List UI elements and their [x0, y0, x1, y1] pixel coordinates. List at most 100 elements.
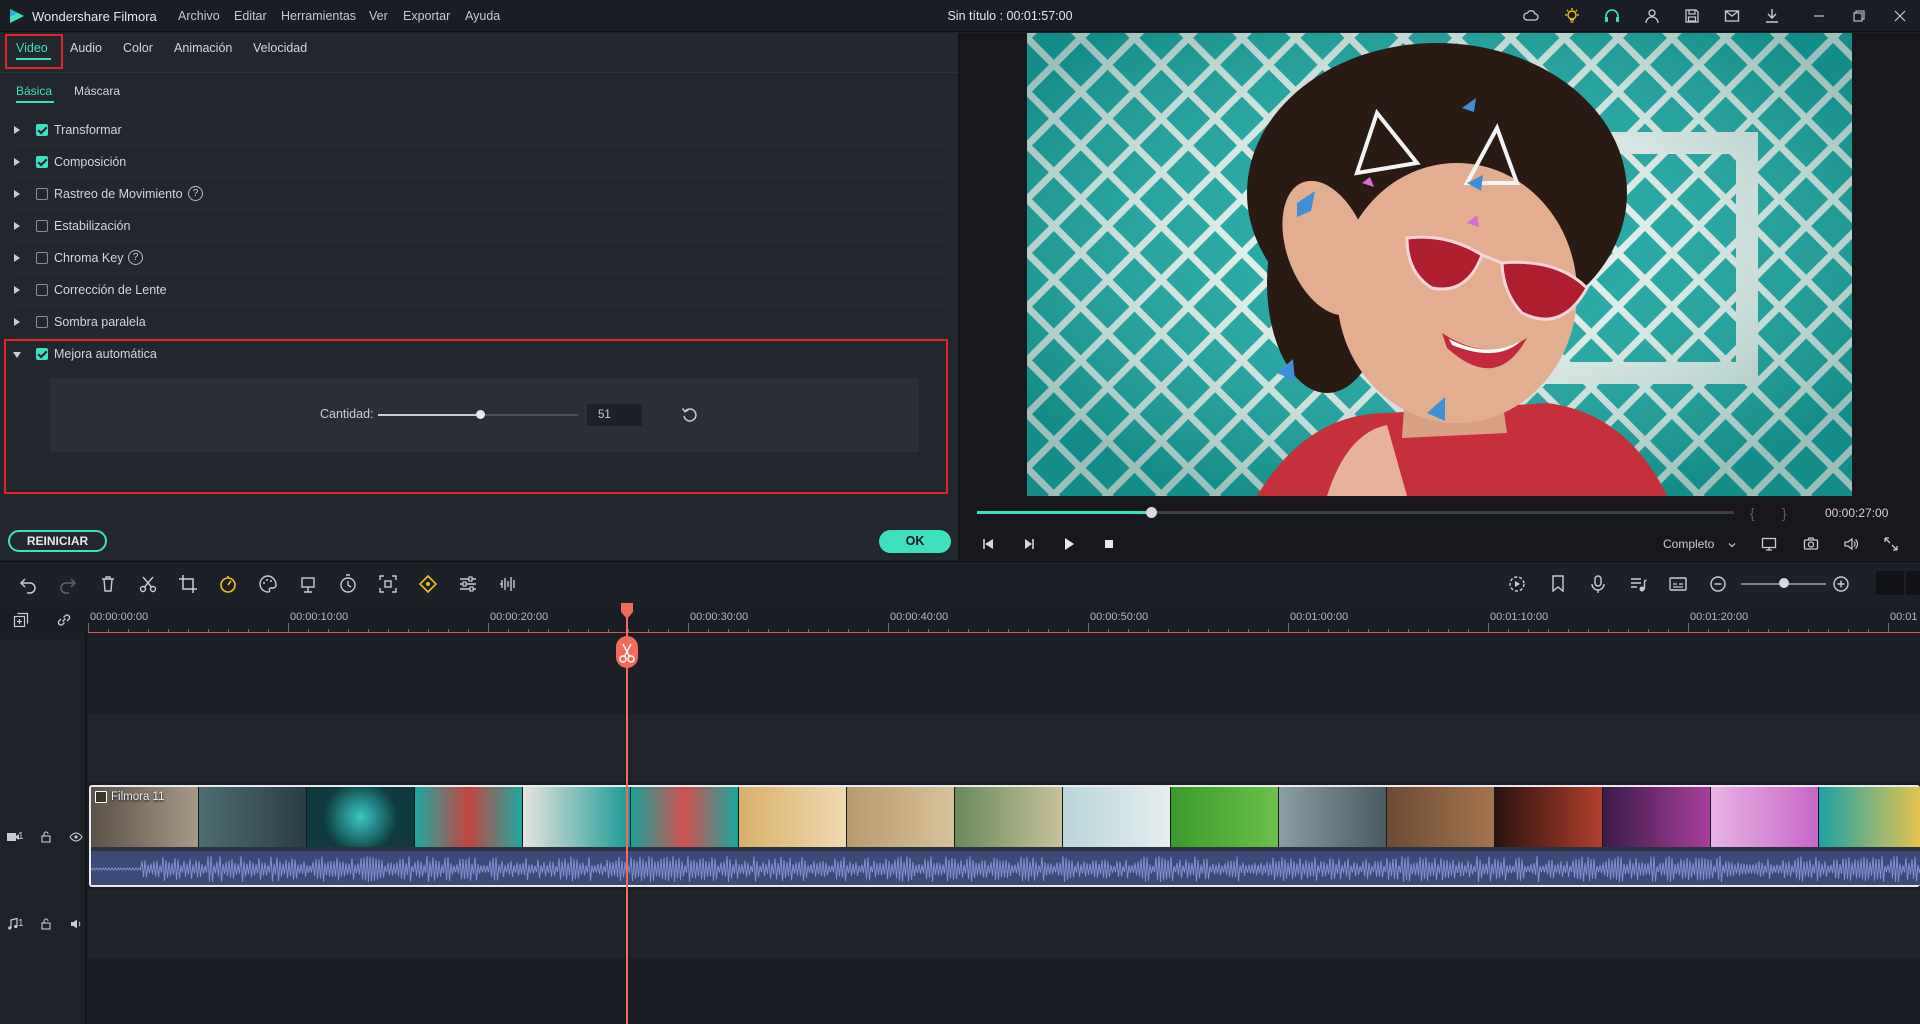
- layout-toggle-button[interactable]: [1876, 571, 1904, 595]
- ruler-label: 00:00:10:00: [290, 611, 349, 623]
- add-track-icon[interactable]: [12, 611, 30, 629]
- playhead-line[interactable]: [626, 613, 628, 1024]
- link-icon[interactable]: [55, 611, 73, 629]
- render-icon[interactable]: [1506, 573, 1528, 595]
- chevron-down-icon[interactable]: [1727, 540, 1737, 550]
- volume-icon[interactable]: [1842, 535, 1860, 553]
- eye-icon[interactable]: [69, 830, 83, 844]
- delete-icon[interactable]: [97, 573, 119, 595]
- expand-arrow-icon[interactable]: [14, 158, 20, 166]
- mark-out-icon[interactable]: }: [1782, 505, 1787, 521]
- fit-icon[interactable]: [377, 573, 399, 595]
- prev-frame-icon[interactable]: [979, 535, 997, 553]
- speed-icon[interactable]: [217, 573, 239, 595]
- play-icon[interactable]: [1060, 535, 1078, 553]
- transformar-checkbox[interactable]: [36, 124, 48, 136]
- bulb-icon[interactable]: [1563, 7, 1581, 25]
- subtab-mascara[interactable]: Máscara: [74, 84, 120, 98]
- expand-arrow-icon[interactable]: [14, 222, 20, 230]
- zoom-slider-thumb[interactable]: [1778, 578, 1789, 588]
- expand-arrow-icon[interactable]: [14, 190, 20, 198]
- playhead-handle[interactable]: [620, 603, 634, 619]
- chroma-key-checkbox[interactable]: [36, 252, 48, 264]
- subtab-basica[interactable]: Básica: [16, 84, 52, 98]
- mark-in-icon[interactable]: {: [1750, 505, 1755, 521]
- panel-divider[interactable]: [958, 33, 960, 560]
- mic-icon[interactable]: [1587, 573, 1609, 595]
- cut-icon[interactable]: [137, 573, 159, 595]
- zoom-out-icon[interactable]: [1707, 573, 1729, 595]
- subtitle-icon[interactable]: [1667, 573, 1689, 595]
- audio-split-icon[interactable]: [497, 573, 519, 595]
- amount-input[interactable]: [587, 404, 642, 426]
- layout-toggle-button-2[interactable]: [1906, 571, 1920, 595]
- correccion-lente-checkbox[interactable]: [36, 284, 48, 296]
- save-icon[interactable]: [1683, 7, 1701, 25]
- fullscreen-icon[interactable]: [1882, 535, 1900, 553]
- rastreo-checkbox[interactable]: [36, 188, 48, 200]
- row-estabilizacion[interactable]: Estabilización: [0, 210, 958, 242]
- redo-icon[interactable]: [57, 573, 79, 595]
- video-preview[interactable]: [1027, 33, 1852, 496]
- audio-track-lane[interactable]: [88, 890, 1920, 958]
- row-rastreo[interactable]: Rastreo de Movimiento ?: [0, 178, 958, 210]
- keyframe-icon[interactable]: [417, 573, 439, 595]
- split-handle[interactable]: [616, 636, 638, 668]
- close-icon[interactable]: [1891, 7, 1909, 25]
- empty-track-lane[interactable]: [88, 960, 1920, 1024]
- sombra-paralela-checkbox[interactable]: [36, 316, 48, 328]
- reiniciar-button[interactable]: REINICIAR: [8, 530, 107, 552]
- row-composicion[interactable]: Composición: [0, 146, 958, 178]
- account-icon[interactable]: [1643, 7, 1661, 25]
- scissors-icon[interactable]: [616, 636, 638, 668]
- ok-button[interactable]: OK: [879, 530, 951, 553]
- adjust-icon[interactable]: [457, 573, 479, 595]
- restore-icon[interactable]: [1850, 7, 1868, 25]
- row-transformar[interactable]: Transformar: [0, 114, 958, 146]
- empty-track-lane[interactable]: [88, 714, 1920, 782]
- quality-select[interactable]: Completo: [1663, 537, 1714, 551]
- download-icon[interactable]: [1763, 7, 1781, 25]
- ruler-label: 00:01:10:00: [1490, 611, 1549, 623]
- reset-icon[interactable]: [680, 405, 700, 425]
- timeline-ruler[interactable]: 00:00:00:00 00:00:10:00 00:00:20:00 00:0…: [88, 607, 1920, 633]
- display-icon[interactable]: [1760, 535, 1778, 553]
- zoom-in-icon[interactable]: [1830, 573, 1852, 595]
- play-slow-icon[interactable]: [1020, 535, 1038, 553]
- transform-icon[interactable]: [297, 573, 319, 595]
- tab-audio[interactable]: Audio: [70, 41, 102, 55]
- row-correccion-lente[interactable]: Corrección de Lente: [0, 274, 958, 306]
- undo-icon[interactable]: [17, 573, 39, 595]
- row-label: Chroma Key: [54, 251, 124, 265]
- audio-mixer-icon[interactable]: [1627, 573, 1649, 595]
- help-icon[interactable]: ?: [128, 250, 143, 265]
- expand-arrow-icon[interactable]: [14, 318, 20, 326]
- expand-arrow-icon[interactable]: [14, 254, 20, 262]
- cloud-icon[interactable]: [1522, 7, 1540, 25]
- composicion-checkbox[interactable]: [36, 156, 48, 168]
- crop-icon[interactable]: [177, 573, 199, 595]
- tab-velocidad[interactable]: Velocidad: [253, 41, 307, 55]
- headset-icon[interactable]: [1603, 7, 1621, 25]
- tab-animacion[interactable]: Animación: [174, 41, 232, 55]
- duration-icon[interactable]: [337, 573, 359, 595]
- help-icon[interactable]: ?: [188, 186, 203, 201]
- snapshot-icon[interactable]: [1802, 535, 1820, 553]
- mail-icon[interactable]: [1723, 7, 1741, 25]
- expand-arrow-icon[interactable]: [14, 126, 20, 134]
- estabilizacion-checkbox[interactable]: [36, 220, 48, 232]
- expand-arrow-icon[interactable]: [14, 286, 20, 294]
- tab-color[interactable]: Color: [123, 41, 153, 55]
- lock-icon[interactable]: [39, 830, 53, 844]
- marker-icon[interactable]: [1547, 573, 1569, 595]
- lock-icon[interactable]: [39, 917, 53, 931]
- color-icon[interactable]: [257, 573, 279, 595]
- video-clip[interactable]: Filmora 11: [89, 785, 1920, 887]
- minimize-icon[interactable]: [1810, 7, 1828, 25]
- row-chroma-key[interactable]: Chroma Key ?: [0, 242, 958, 274]
- row-sombra-paralela[interactable]: Sombra paralela: [0, 306, 958, 338]
- stop-icon[interactable]: [1100, 535, 1118, 553]
- empty-track-lane[interactable]: [88, 635, 1920, 713]
- speaker-icon[interactable]: [69, 917, 83, 931]
- amount-slider-thumb[interactable]: [476, 410, 485, 419]
